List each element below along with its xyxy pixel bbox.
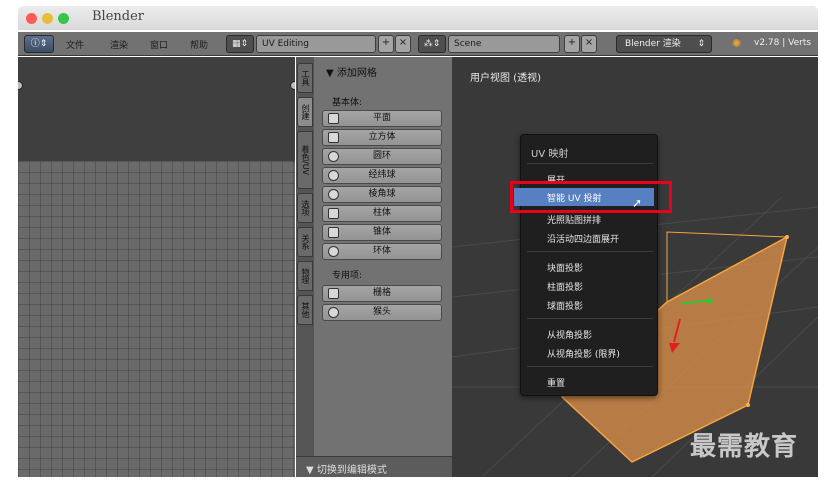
- ico-sphere-icon: [328, 189, 339, 200]
- close-window-button[interactable]: [26, 13, 37, 24]
- window-title: Blender: [92, 9, 145, 24]
- remove-scene-button[interactable]: ×: [581, 35, 597, 53]
- cone-icon: [328, 227, 339, 238]
- special-label: 专用项:: [332, 271, 363, 281]
- tab-relations[interactable]: 关系: [297, 227, 313, 257]
- add-mesh-panel-title[interactable]: ▼ 添加网格: [326, 64, 377, 79]
- chevron-updown-icon: ⇕: [697, 39, 705, 49]
- monkey-icon: [328, 307, 339, 318]
- menu-separator: [527, 163, 653, 164]
- add-plane-button[interactable]: 平面: [322, 110, 442, 127]
- menu-separator: [527, 251, 653, 252]
- remove-layout-button[interactable]: ×: [395, 35, 411, 53]
- cube-icon: [328, 132, 339, 143]
- add-torus-label: 环体: [372, 246, 391, 256]
- render-engine-dropdown[interactable]: Blender 渲染 ⇕: [616, 35, 712, 53]
- menu-file[interactable]: 文件: [66, 38, 84, 51]
- add-uv-sphere-label: 经纬球: [368, 170, 396, 180]
- tool-shelf: ▼ 添加网格 基本体: 平面 立方体 圆环 经纬球 棱角球 柱体 锥体 环体 专…: [314, 57, 452, 477]
- uv-image-editor[interactable]: [18, 57, 295, 477]
- annotation-highlight-box: [510, 181, 672, 213]
- menu-item-cylinder-projection[interactable]: 柱面投影: [547, 280, 583, 293]
- add-cone-label: 锥体: [372, 227, 391, 237]
- tool-tabs: 工具 创建 着色/UV 选项 关系 动画 物理 其他: [296, 57, 314, 477]
- add-grid-label: 栅格: [372, 288, 391, 298]
- layout-name-field[interactable]: UV Editing: [256, 35, 376, 53]
- watermark: 最需教育: [690, 432, 799, 462]
- version-stats: v2.78 | Verts: [754, 38, 812, 48]
- add-cylinder-button[interactable]: 柱体: [322, 205, 442, 222]
- scene-selector-icon[interactable]: ⁂⇕: [418, 35, 446, 53]
- add-torus-button[interactable]: 环体: [322, 243, 442, 260]
- uv-editor-header-area: [18, 57, 295, 161]
- menu-item-follow-active-quads[interactable]: 沿活动四边面展开: [547, 232, 619, 245]
- add-cube-label: 立方体: [368, 132, 396, 142]
- add-cylinder-label: 柱体: [372, 208, 391, 218]
- add-monkey-label: 猴头: [372, 307, 391, 317]
- menu-item-lightmap-pack[interactable]: 光照贴图拼排: [547, 213, 601, 226]
- add-circle-label: 圆环: [372, 151, 391, 161]
- cylinder-icon: [328, 208, 339, 219]
- menu-separator: [527, 318, 653, 319]
- add-plane-label: 平面: [372, 113, 391, 123]
- tab-shading-uv[interactable]: 着色/UV: [297, 131, 313, 189]
- tab-create[interactable]: 创建: [297, 97, 313, 127]
- add-monkey-button[interactable]: 猴头: [322, 304, 442, 321]
- toggle-editmode-label: ▼ 切换到编辑模式: [306, 465, 387, 476]
- menu-item-cube-projection[interactable]: 块面投影: [547, 261, 583, 274]
- cube-vertex[interactable]: [785, 235, 789, 239]
- plane-icon: [328, 113, 339, 124]
- zoom-window-button[interactable]: [58, 13, 69, 24]
- menu-item-project-from-view-bounds[interactable]: 从视角投影 (限界): [547, 347, 620, 360]
- editor-type-button[interactable]: ⓘ⇕: [24, 35, 54, 53]
- menu-item-project-from-view[interactable]: 从视角投影: [547, 328, 592, 341]
- add-circle-button[interactable]: 圆环: [322, 148, 442, 165]
- uv-grid[interactable]: [18, 161, 295, 477]
- uv-sphere-icon: [328, 170, 339, 181]
- tab-options[interactable]: 选项: [297, 193, 313, 223]
- menu-separator: [527, 366, 653, 367]
- uv-menu-title: UV 映射: [531, 149, 569, 160]
- add-ico-sphere-button[interactable]: 棱角球: [322, 186, 442, 203]
- render-engine-label: Blender 渲染: [625, 39, 681, 49]
- tab-physics[interactable]: 物理: [297, 261, 313, 291]
- add-uv-sphere-button[interactable]: 经纬球: [322, 167, 442, 184]
- circle-icon: [328, 151, 339, 162]
- menu-item-reset[interactable]: 重置: [547, 376, 565, 389]
- menu-render[interactable]: 渲染: [110, 38, 128, 51]
- menu-window[interactable]: 窗口: [150, 38, 168, 51]
- layout-selector-icon[interactable]: ▦⇕: [226, 35, 254, 53]
- grid-icon: [328, 288, 339, 299]
- minimize-window-button[interactable]: [42, 13, 53, 24]
- view-name-label: 用户视图 (透视): [470, 73, 541, 84]
- menu-help[interactable]: 帮助: [190, 38, 208, 51]
- blender-logo-icon: ✺: [732, 37, 742, 50]
- uv-mapping-menu: UV 映射 展开 光照贴图拼排 沿活动四边面展开 块面投影 柱面投影 球面投影 …: [520, 134, 658, 396]
- menu-item-sphere-projection[interactable]: 球面投影: [547, 299, 583, 312]
- mouse-cursor-icon: ➚: [632, 196, 643, 210]
- window-titlebar: Blender: [18, 6, 818, 30]
- add-cube-button[interactable]: 立方体: [322, 129, 442, 146]
- operator-footer-panel[interactable]: ▼ 切换到编辑模式: [296, 456, 452, 477]
- tab-other[interactable]: 其他: [297, 295, 313, 325]
- basic-label: 基本体:: [332, 98, 363, 108]
- add-layout-button[interactable]: +: [378, 35, 394, 53]
- add-ico-sphere-label: 棱角球: [368, 189, 396, 199]
- add-grid-button[interactable]: 栅格: [322, 285, 442, 302]
- cube-vertex[interactable]: [746, 403, 750, 407]
- torus-icon: [328, 246, 339, 257]
- add-scene-button[interactable]: +: [564, 35, 580, 53]
- info-header: ⓘ⇕ 文件 渲染 窗口 帮助 ▦⇕ UV Editing + × ⁂⇕ Scen…: [18, 32, 818, 56]
- uv-right-handle[interactable]: [290, 81, 295, 90]
- add-cone-button[interactable]: 锥体: [322, 224, 442, 241]
- scene-name-field[interactable]: Scene: [448, 35, 560, 53]
- tab-tools[interactable]: 工具: [297, 63, 313, 93]
